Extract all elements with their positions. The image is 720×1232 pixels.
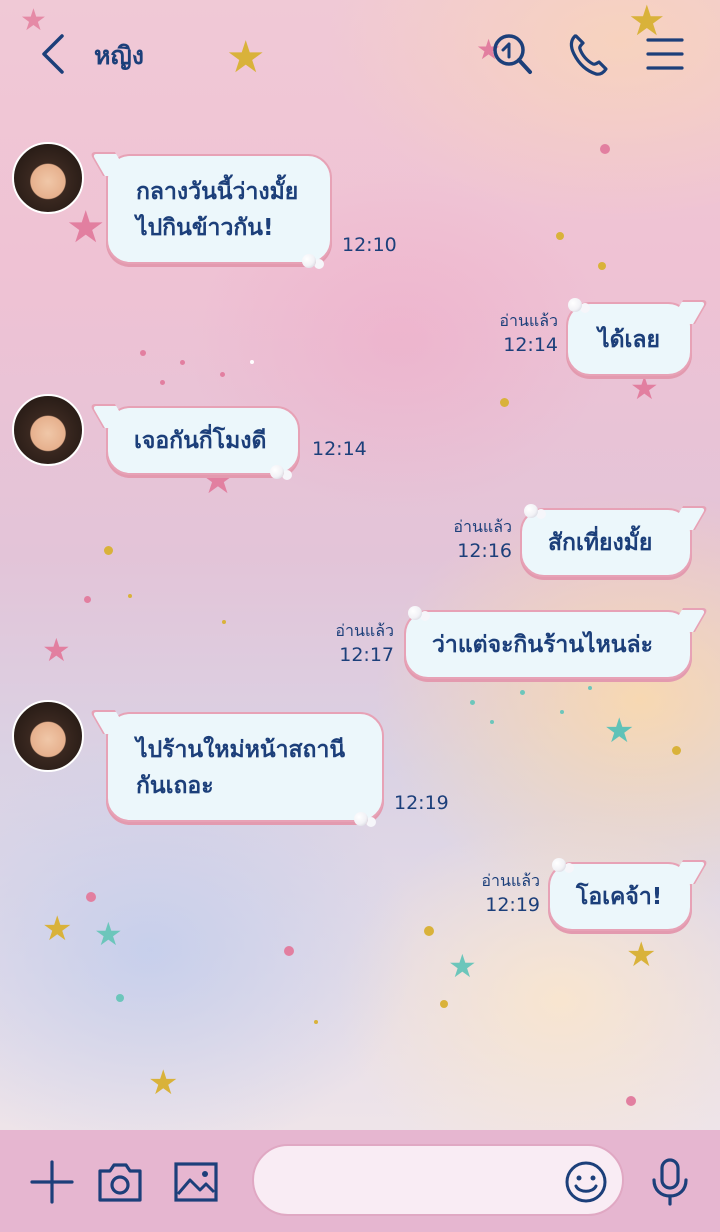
gold-star-icon: ★ xyxy=(42,909,73,949)
message-time: 12:14 xyxy=(503,334,558,356)
teal-star-icon: ★ xyxy=(604,711,635,751)
call-button[interactable] xyxy=(566,30,610,78)
pink-star-icon: ★ xyxy=(42,631,71,669)
message-time: 12:14 xyxy=(312,438,367,460)
message-bubble[interactable]: เจอกันกี่โมงดี xyxy=(106,406,300,479)
message-line: เจอกันกี่โมงดี xyxy=(134,428,267,454)
message-time: 12:10 xyxy=(342,234,397,256)
read-receipt: อ่านแล้ว xyxy=(481,871,540,890)
phone-icon xyxy=(569,34,608,76)
image-button[interactable] xyxy=(170,1156,222,1208)
read-receipt: อ่านแล้ว xyxy=(499,311,558,330)
microphone-icon xyxy=(652,1158,688,1206)
message-line: ว่าแต่จะกินร้านไหนล่ะ xyxy=(432,632,653,658)
message-line: ไปกินข้าวกัน! xyxy=(136,215,274,241)
message-meta: อ่านแล้ว 12:17 xyxy=(335,620,394,668)
message-meta: อ่านแล้ว 12:16 xyxy=(453,516,512,564)
message-line: โอเคจ้า! xyxy=(576,884,663,910)
back-button[interactable] xyxy=(34,32,74,76)
read-receipt: อ่านแล้ว xyxy=(453,517,512,536)
message-time: 12:19 xyxy=(485,894,540,916)
image-icon xyxy=(174,1162,218,1202)
message-line: สักเที่ยงมั้ย xyxy=(548,530,653,556)
composer-bar xyxy=(0,1130,720,1232)
message-time: 12:19 xyxy=(394,792,449,814)
search-chat-button[interactable] xyxy=(490,30,534,78)
camera-icon xyxy=(98,1163,142,1202)
emoji-icon xyxy=(565,1161,607,1203)
contact-avatar[interactable] xyxy=(12,142,84,214)
teal-star-icon: ★ xyxy=(94,915,123,953)
message-bubble[interactable]: ไปร้านใหม่หน้าสถานี กันเถอะ xyxy=(106,712,384,826)
chat-header: หญิง xyxy=(0,0,720,108)
plus-icon xyxy=(30,1160,74,1204)
message-meta: 12:10 xyxy=(342,232,397,258)
add-button[interactable] xyxy=(26,1156,78,1208)
message-meta: อ่านแล้ว 12:14 xyxy=(499,310,558,358)
message-line: ได้เลย xyxy=(598,327,660,353)
pink-star-icon: ★ xyxy=(66,202,106,253)
message-line: ไปร้านใหม่หน้าสถานี xyxy=(136,737,346,763)
menu-button[interactable] xyxy=(644,30,688,78)
camera-button[interactable] xyxy=(94,1156,146,1208)
message-meta: 12:14 xyxy=(312,436,367,462)
message-line: กลางวันนี้ว่างมั้ย xyxy=(136,179,299,205)
gold-star-icon: ★ xyxy=(148,1063,179,1103)
gold-star-icon: ★ xyxy=(626,935,657,975)
message-bubble[interactable]: โอเคจ้า! xyxy=(548,858,692,931)
message-line: กันเถอะ xyxy=(136,773,214,799)
message-bubble[interactable]: กลางวันนี้ว่างมั้ย ไปกินข้าวกัน! xyxy=(106,154,332,268)
chevron-left-icon xyxy=(42,34,64,74)
emoji-button[interactable] xyxy=(564,1160,608,1204)
message-bubble[interactable]: ได้เลย xyxy=(566,298,692,376)
message-meta: อ่านแล้ว 12:19 xyxy=(481,870,540,918)
menu-icon xyxy=(646,38,684,70)
search-chat-icon xyxy=(493,34,532,74)
teal-star-icon: ★ xyxy=(448,947,477,985)
message-time: 12:17 xyxy=(339,644,394,666)
chat-title[interactable]: หญิง xyxy=(94,36,144,76)
contact-avatar[interactable] xyxy=(12,394,84,466)
message-meta: 12:19 xyxy=(394,790,449,816)
contact-avatar[interactable] xyxy=(12,700,84,772)
voice-button[interactable] xyxy=(644,1156,696,1208)
message-time: 12:16 xyxy=(457,540,512,562)
message-bubble[interactable]: ว่าแต่จะกินร้านไหนล่ะ xyxy=(404,606,692,679)
read-receipt: อ่านแล้ว xyxy=(335,621,394,640)
pink-star-icon: ★ xyxy=(630,369,659,407)
message-bubble[interactable]: สักเที่ยงมั้ย xyxy=(520,504,692,577)
